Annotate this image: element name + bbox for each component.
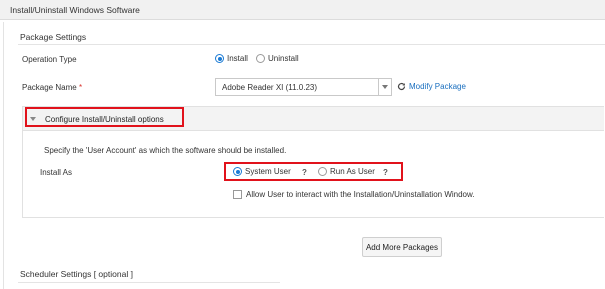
- package-name-select[interactable]: Adobe Reader XI (11.0.23): [215, 78, 392, 96]
- allow-interact-checkbox[interactable]: Allow User to interact with the Installa…: [233, 190, 475, 199]
- package-name-label: Package Name *: [22, 83, 83, 92]
- window-title-bar: Install/Uninstall Windows Software: [0, 0, 605, 20]
- modify-package-label: Modify Package: [409, 82, 466, 91]
- scheduler-settings-title: Scheduler Settings [ optional ]: [20, 269, 133, 279]
- refresh-icon: [397, 82, 406, 91]
- radio-install-label: Install: [227, 54, 248, 63]
- radio-selected-icon: [215, 54, 224, 63]
- section-divider: [18, 282, 280, 283]
- allow-interact-label: Allow User to interact with the Installa…: [246, 190, 475, 199]
- modify-package-link[interactable]: Modify Package: [397, 82, 466, 91]
- package-settings-title: Package Settings: [20, 32, 87, 42]
- section-divider: [18, 44, 605, 45]
- radio-uninstall[interactable]: Uninstall: [256, 54, 299, 63]
- install-as-label: Install As: [40, 168, 73, 177]
- radio-unselected-icon: [256, 54, 265, 63]
- operation-type-label: Operation Type: [22, 55, 77, 64]
- radio-install[interactable]: Install: [215, 54, 248, 63]
- required-mark: *: [78, 83, 83, 92]
- highlight-box-configure: [25, 107, 184, 127]
- highlight-box-install-as: [224, 162, 403, 181]
- checkbox-box[interactable]: [233, 190, 242, 199]
- package-name-value: Adobe Reader XI (11.0.23): [222, 83, 318, 92]
- add-more-packages-button[interactable]: Add More Packages: [362, 237, 442, 257]
- chevron-down-icon[interactable]: [378, 79, 391, 95]
- radio-uninstall-label: Uninstall: [268, 54, 299, 63]
- window-title: Install/Uninstall Windows Software: [10, 5, 140, 15]
- user-account-description: Specify the 'User Account' as which the …: [44, 146, 287, 155]
